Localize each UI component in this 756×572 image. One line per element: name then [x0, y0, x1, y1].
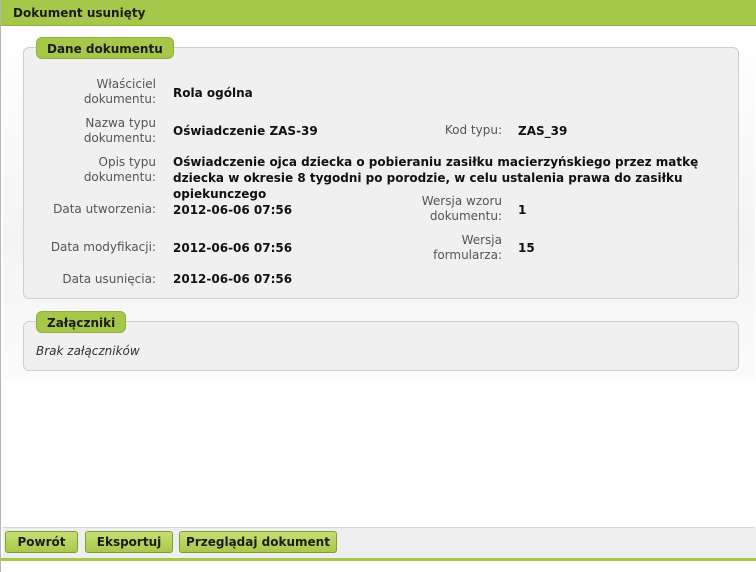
document-data-panel: Dane dokumentu Właściciel dokumentu: Rol…: [23, 37, 739, 299]
type-desc-label: Opis typu dokumentu:: [83, 155, 156, 184]
deleted-value: 2012-06-06 07:56: [173, 272, 293, 286]
template-version-value: 1: [518, 203, 527, 217]
modified-value: 2012-06-06 07:56: [173, 241, 293, 255]
type-name-label: Nazwa typu dokumentu:: [83, 116, 156, 145]
form-version-value: 15: [518, 241, 535, 255]
created-value: 2012-06-06 07:56: [173, 203, 293, 217]
type-code-label: Kod typu:: [444, 123, 502, 137]
template-version-label: Wersja wzoru dokumentu:: [421, 194, 502, 223]
dialog-window: Dokument usunięty Dane dokumentu Właścic…: [0, 0, 756, 572]
type-name-value: Oświadczenie ZAS-39: [173, 124, 318, 138]
owner-value: Rola ogólna: [173, 86, 253, 100]
attachments-legend: Załączniki: [36, 311, 127, 333]
bottom-accent-bar: [1, 558, 756, 561]
view-document-button[interactable]: Przeglądaj dokument: [179, 531, 337, 553]
export-button[interactable]: Eksportuj: [85, 531, 173, 553]
owner-label: Właściciel dokumentu:: [83, 77, 156, 106]
modified-label: Data modyfikacji:: [50, 240, 156, 254]
created-label: Data utworzenia:: [53, 202, 156, 216]
no-attachments-text: Brak załączników: [36, 344, 140, 358]
window-title: Dokument usunięty: [13, 6, 146, 20]
title-bar: Dokument usunięty: [1, 0, 756, 26]
button-bar: Powrót Eksportuj Przeglądaj dokument: [3, 528, 756, 558]
document-data-legend: Dane dokumentu: [36, 37, 174, 59]
attachments-panel: Załączniki Brak załączników: [23, 311, 739, 371]
type-code-value: ZAS_39: [518, 124, 568, 138]
deleted-label: Data usunięcia:: [62, 272, 156, 286]
form-version-label: Wersja formularza:: [433, 233, 502, 262]
back-button[interactable]: Powrót: [5, 531, 78, 553]
